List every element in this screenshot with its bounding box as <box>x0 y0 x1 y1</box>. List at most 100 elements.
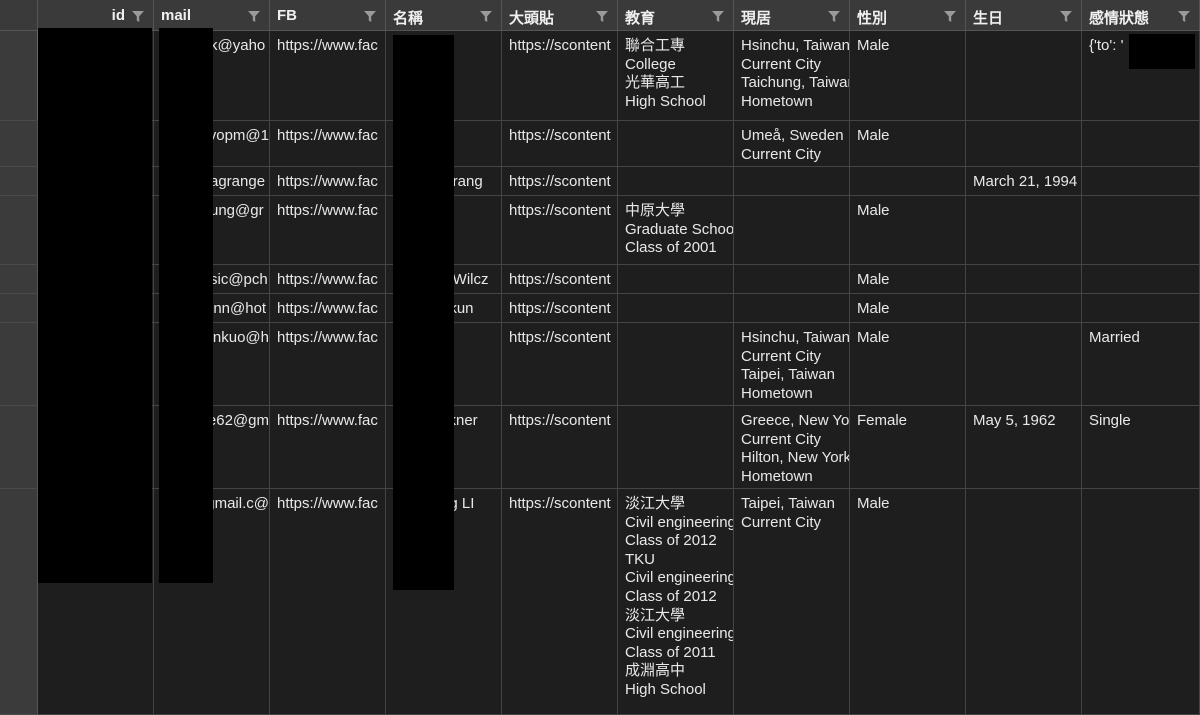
table-cell-gender[interactable]: Male <box>850 323 966 406</box>
table-cell-live[interactable]: Hsinchu, Taiwan Current City Taichung, Tai… <box>734 31 850 121</box>
table-cell-gender[interactable]: Male <box>850 265 966 294</box>
cell-line: Hilton, New York <box>741 449 850 467</box>
table-cell-edu[interactable] <box>618 265 734 294</box>
table-cell-fb[interactable]: https://www.fac <box>270 406 386 489</box>
table-cell-fb[interactable]: https://www.fac <box>270 121 386 167</box>
table-cell-relationship[interactable] <box>1082 489 1200 715</box>
table-cell-gender[interactable]: Male <box>850 489 966 715</box>
table-cell-edu[interactable]: 淡江大學 Civil engineering Class of 2012 TKU Civ… <box>618 489 734 715</box>
table-cell-birthday[interactable] <box>966 294 1082 323</box>
table-cell-live[interactable] <box>734 196 850 265</box>
row-number-cell[interactable] <box>0 323 38 406</box>
table-cell-birthday[interactable]: March 21, 1994 <box>966 167 1082 196</box>
filter-funnel-icon[interactable] <box>248 11 260 22</box>
filter-funnel-icon[interactable] <box>944 11 956 22</box>
table-cell-gender[interactable]: Male <box>850 121 966 167</box>
table-cell-gender[interactable]: Male <box>850 294 966 323</box>
row-number-cell[interactable] <box>0 31 38 121</box>
table-cell-birthday[interactable] <box>966 323 1082 406</box>
table-cell-edu[interactable] <box>618 167 734 196</box>
table-cell-birthday[interactable] <box>966 489 1082 715</box>
table-cell-edu[interactable]: 聯合工專 College 光華高工 High School <box>618 31 734 121</box>
table-cell-fb[interactable]: https://www.fac <box>270 31 386 121</box>
table-cell-live[interactable] <box>734 294 850 323</box>
table-cell-fb[interactable]: https://www.fac <box>270 323 386 406</box>
table-cell-birthday[interactable] <box>966 31 1082 121</box>
table-cell-avatar[interactable]: https://scontent <box>502 265 618 294</box>
table-cell-avatar[interactable]: https://scontent <box>502 294 618 323</box>
column-header-mail[interactable]: mail <box>154 0 270 31</box>
row-number-cell[interactable] <box>0 196 38 265</box>
table-cell-edu[interactable] <box>618 323 734 406</box>
filter-funnel-icon[interactable] <box>1060 11 1072 22</box>
table-cell-gender[interactable]: Male <box>850 196 966 265</box>
row-number-cell[interactable] <box>0 406 38 489</box>
filter-funnel-icon[interactable] <box>132 11 144 22</box>
filter-funnel-icon[interactable] <box>596 11 608 22</box>
table-cell-birthday[interactable] <box>966 121 1082 167</box>
table-cell-fb[interactable]: https://www.fac <box>270 489 386 715</box>
table-cell-gender[interactable]: Female <box>850 406 966 489</box>
table-cell-relationship[interactable] <box>1082 167 1200 196</box>
cell-line: High School <box>625 680 706 698</box>
row-number-cell[interactable] <box>0 265 38 294</box>
table-cell-avatar[interactable]: https://scontent <box>502 31 618 121</box>
column-header-birthday[interactable]: 生日 <box>966 0 1082 31</box>
table-cell-relationship[interactable] <box>1082 294 1200 323</box>
table-cell-avatar[interactable]: https://scontent <box>502 196 618 265</box>
cell-text: May 5, 1962 <box>973 412 1056 429</box>
table-cell-relationship[interactable]: Single <box>1082 406 1200 489</box>
redaction-block <box>1129 34 1195 69</box>
filter-funnel-icon[interactable] <box>828 11 840 22</box>
table-cell-live[interactable] <box>734 167 850 196</box>
cell-text: https://scontent <box>509 412 611 429</box>
table-cell-fb[interactable]: https://www.fac <box>270 167 386 196</box>
column-header-relationship[interactable]: 感情狀態 <box>1082 0 1200 31</box>
column-header-avatar[interactable]: 大頭貼 <box>502 0 618 31</box>
filter-funnel-icon[interactable] <box>712 11 724 22</box>
table-cell-gender[interactable]: Male <box>850 31 966 121</box>
row-number-cell[interactable] <box>0 489 38 715</box>
table-cell-relationship[interactable] <box>1082 121 1200 167</box>
table-cell-fb[interactable]: https://www.fac <box>270 196 386 265</box>
table-cell-live[interactable]: Hsinchu, Taiwan Current City Taipei, Taiwa… <box>734 323 850 406</box>
table-cell-avatar[interactable]: https://scontent <box>502 121 618 167</box>
table-cell-relationship[interactable] <box>1082 196 1200 265</box>
column-header-gender[interactable]: 性別 <box>850 0 966 31</box>
cell-text: https://www.fac <box>277 329 378 346</box>
table-cell-fb[interactable]: https://www.fac <box>270 265 386 294</box>
table-cell-gender[interactable] <box>850 167 966 196</box>
table-cell-edu[interactable] <box>618 406 734 489</box>
table-cell-avatar[interactable]: https://scontent <box>502 167 618 196</box>
table-cell-birthday[interactable]: May 5, 1962 <box>966 406 1082 489</box>
row-number-cell[interactable] <box>0 294 38 323</box>
table-cell-avatar[interactable]: https://scontent <box>502 323 618 406</box>
row-number-cell[interactable] <box>0 167 38 196</box>
table-cell-birthday[interactable] <box>966 265 1082 294</box>
table-cell-live[interactable]: Umeå, Sweden Current City <box>734 121 850 167</box>
column-header-live[interactable]: 現居 <box>734 0 850 31</box>
table-cell-relationship[interactable]: Married <box>1082 323 1200 406</box>
table-cell-live[interactable]: Greece, New York Current City Hilton, New … <box>734 406 850 489</box>
table-cell-edu[interactable] <box>618 294 734 323</box>
column-header-fb[interactable]: FB <box>270 0 386 31</box>
table-cell-edu[interactable]: 中原大學 Graduate School Class of 2001 <box>618 196 734 265</box>
table-cell-live[interactable]: Taipei, Taiwan Current City <box>734 489 850 715</box>
column-header-name[interactable]: 名稱 <box>386 0 502 31</box>
table-cell-birthday[interactable] <box>966 196 1082 265</box>
table-cell-fb[interactable]: https://www.fac <box>270 294 386 323</box>
filter-funnel-icon[interactable] <box>364 11 376 22</box>
table-cell-live[interactable] <box>734 265 850 294</box>
table-cell-relationship[interactable] <box>1082 265 1200 294</box>
cell-line: 中原大學 <box>625 202 686 219</box>
filter-funnel-icon[interactable] <box>480 11 492 22</box>
table-cell-edu[interactable] <box>618 121 734 167</box>
column-header-label: 名稱 <box>393 10 424 27</box>
column-header-edu[interactable]: 教育 <box>618 0 734 31</box>
filter-funnel-icon[interactable] <box>1178 11 1190 22</box>
column-header-id[interactable]: id <box>38 0 154 31</box>
table-cell-avatar[interactable]: https://scontent <box>502 489 618 715</box>
row-number-cell[interactable] <box>0 121 38 167</box>
cell-line: 成淵高中 <box>625 662 686 680</box>
table-cell-avatar[interactable]: https://scontent <box>502 406 618 489</box>
